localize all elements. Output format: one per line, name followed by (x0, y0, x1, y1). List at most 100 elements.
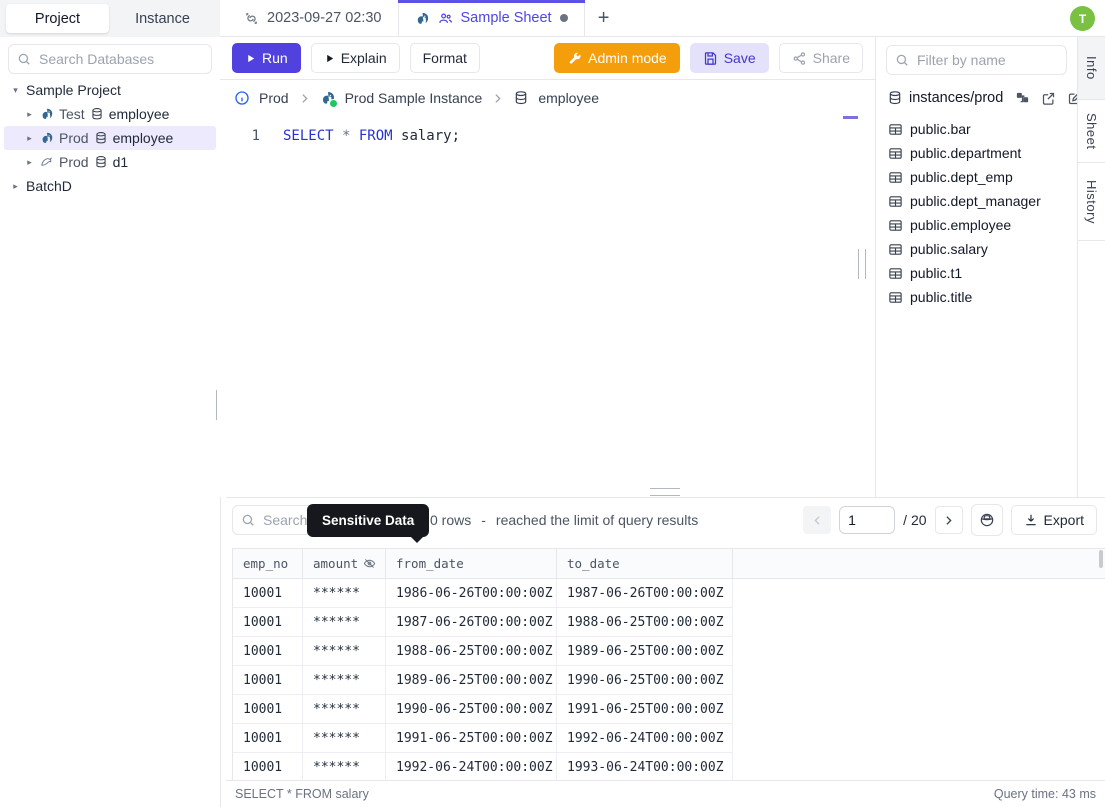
table-item[interactable]: public.bar (876, 117, 1077, 141)
play-icon (248, 54, 255, 62)
chevron-right-icon (495, 93, 501, 103)
table-item[interactable]: public.salary (876, 237, 1077, 261)
tree-node-sample-project[interactable]: ▾ Sample Project (4, 78, 216, 102)
table-row[interactable]: 10001 ****** 1992-06-24T00:00:00Z 1993-0… (233, 753, 1105, 782)
user-avatar[interactable]: T (1070, 6, 1095, 31)
table-icon (889, 195, 902, 207)
chevron-right-icon (301, 93, 308, 103)
table-row[interactable]: 10001 ****** 1988-06-25T00:00:00Z 1989-0… (233, 637, 1105, 666)
sheet-tab-bar: 2023-09-27 02:30 Sample Sheet + (220, 0, 1105, 37)
page-total: / 20 (903, 512, 927, 528)
tab-info[interactable]: Info (1078, 37, 1105, 100)
postgres-icon (42, 108, 53, 119)
data-masking-button[interactable] (970, 504, 1003, 536)
table-row[interactable]: 10001 ****** 1989-06-25T00:00:00Z 1990-0… (233, 666, 1105, 695)
database-icon (516, 91, 527, 105)
prev-page-button[interactable] (803, 506, 832, 534)
wrench-icon (569, 52, 581, 64)
chevron-left-icon (814, 515, 820, 525)
chevron-right-icon (946, 515, 952, 525)
query-time: Query time: 43 ms (993, 787, 1096, 801)
table-filter (886, 45, 1067, 75)
share-button[interactable]: Share (778, 43, 863, 73)
tab-project[interactable]: Project (6, 4, 109, 33)
column-header-filler (733, 549, 1105, 578)
table-icon (889, 291, 902, 303)
schema-panel: instances/prod public.bar public.departm… (875, 37, 1082, 497)
sql-editor-line[interactable]: 1 SELECT * FROM salary; (220, 126, 875, 146)
tab-sheet[interactable]: Sheet (1078, 100, 1105, 163)
database-icon (95, 132, 106, 144)
column-header[interactable]: emp_no (233, 549, 303, 578)
results-panel: 0 rows - reached the limit of query resu… (226, 497, 1105, 807)
table-list: public.bar public.department public.dept… (876, 117, 1077, 309)
column-header[interactable]: from_date (386, 549, 557, 578)
share-icon (793, 51, 805, 65)
table-item[interactable]: public.dept_manager (876, 189, 1077, 213)
table-row[interactable]: 10001 ****** 1986-06-26T00:00:00Z 1987-0… (233, 579, 1105, 608)
table-icon (889, 147, 902, 159)
table-row[interactable]: 10001 ****** 1990-06-25T00:00:00Z 1991-0… (233, 695, 1105, 724)
save-icon (704, 51, 716, 65)
external-link-icon[interactable] (1041, 91, 1056, 106)
tab-sample-sheet[interactable]: Sample Sheet (397, 0, 585, 36)
editor-scrollbar-mark (843, 116, 858, 119)
eye-off-icon[interactable] (363, 557, 376, 570)
info-icon[interactable] (234, 90, 250, 106)
tab-instance[interactable]: Instance (111, 4, 214, 33)
table-row[interactable]: 10001 ****** 1987-06-26T00:00:00Z 1988-0… (233, 608, 1105, 637)
path-actions (1015, 91, 1082, 106)
filter-by-name-input[interactable] (886, 45, 1067, 75)
table-row[interactable]: 10001 ****** 1991-06-25T00:00:00Z 1992-0… (233, 724, 1105, 753)
postgres-icon (320, 90, 338, 108)
add-tab-button[interactable]: + (585, 0, 623, 36)
next-page-button[interactable] (934, 506, 963, 534)
sensitive-data-tooltip: Sensitive Data (307, 504, 430, 543)
unsaved-dot-icon (559, 14, 568, 22)
run-button[interactable]: Run (232, 43, 301, 73)
table-icon (889, 243, 902, 255)
column-header[interactable]: amount (303, 549, 386, 578)
table-scrollbar[interactable] (1099, 550, 1103, 568)
tab-history[interactable]: History (1078, 163, 1105, 241)
tree-node-prod-employee[interactable]: ▸ Prod employee (4, 126, 216, 150)
admin-mode-button[interactable]: Admin mode (554, 43, 680, 73)
sql-editor-app: Project Instance ▾ Sample Project ▸ Test… (0, 0, 1105, 807)
editor-column: Run Explain Format Admin mode Save Share (220, 37, 875, 497)
schema-diagram-icon[interactable] (1015, 91, 1030, 106)
explain-button[interactable]: Explain (310, 43, 400, 73)
search-icon (242, 514, 254, 526)
tree-node-batchd[interactable]: ▸ BatchD (4, 174, 216, 198)
breadcrumb: Prod Prod Sample Instance employee (220, 80, 875, 116)
caret-right-icon: ▸ (27, 108, 32, 119)
format-button[interactable]: Format (409, 43, 480, 73)
play-icon (326, 54, 333, 62)
table-item[interactable]: public.employee (876, 213, 1077, 237)
database-icon (95, 156, 106, 168)
table-icon (889, 267, 902, 279)
mysql-icon (41, 157, 53, 166)
tab-query-history[interactable]: 2023-09-27 02:30 (228, 0, 399, 36)
tree-node-test-employee[interactable]: ▸ Test employee (4, 102, 216, 126)
database-icon (889, 91, 901, 105)
export-button[interactable]: Export (1010, 505, 1097, 535)
table-item[interactable]: public.title (876, 285, 1077, 309)
download-icon (1025, 514, 1036, 526)
breadcrumb-instance[interactable]: Prod Sample Instance (345, 90, 483, 106)
results-resize-handle[interactable] (650, 488, 680, 496)
row-count-info: 0 rows - reached the limit of query resu… (430, 512, 699, 528)
breadcrumb-env[interactable]: Prod (259, 90, 289, 106)
right-panel-resize-handle[interactable] (858, 249, 866, 279)
table-item[interactable]: public.department (876, 141, 1077, 165)
table-item[interactable]: public.t1 (876, 261, 1077, 285)
pagination: / 20 Export (803, 504, 1097, 536)
table-item[interactable]: public.dept_emp (876, 165, 1077, 189)
table-header-row: emp_no amount from_date to_date (233, 549, 1105, 579)
search-databases-input[interactable] (8, 44, 212, 74)
column-header[interactable]: to_date (557, 549, 733, 578)
save-button[interactable]: Save (689, 43, 769, 73)
breadcrumb-database[interactable]: employee (538, 90, 599, 106)
results-status-bar: SELECT * FROM salary Query time: 43 ms (226, 780, 1105, 807)
page-number-input[interactable] (839, 506, 896, 534)
tree-node-prod-d1[interactable]: ▸ Prod d1 (4, 150, 216, 174)
